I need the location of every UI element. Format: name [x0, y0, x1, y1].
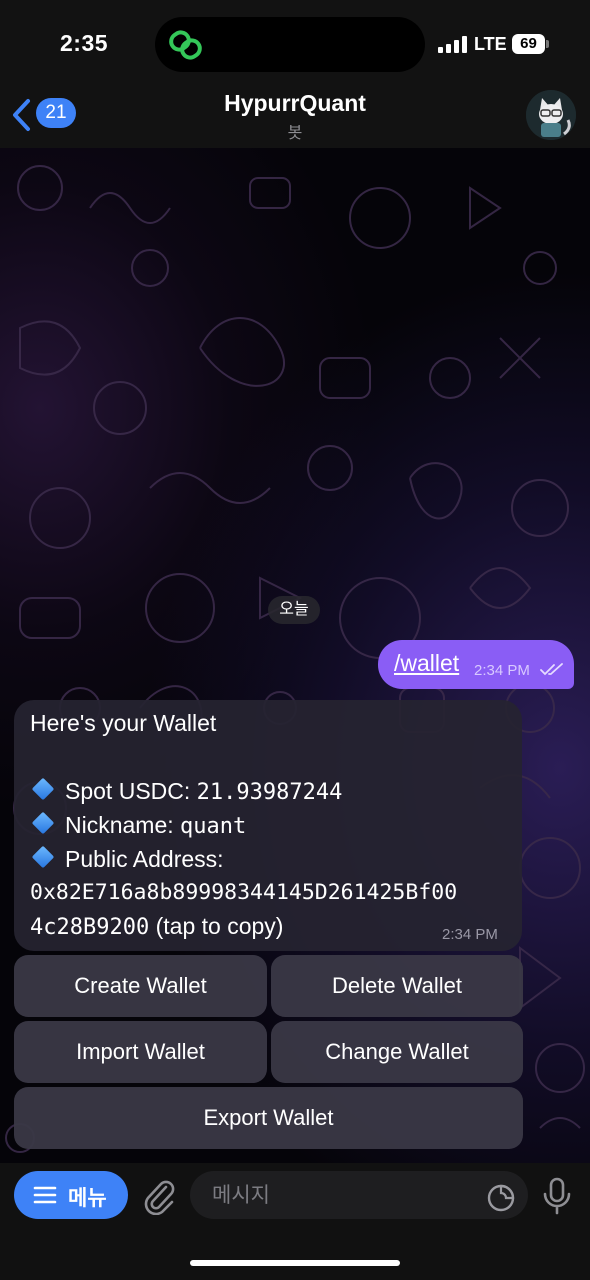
outgoing-time: 2:34 PM	[474, 662, 530, 679]
home-indicator[interactable]	[190, 1260, 400, 1266]
date-separator: 오늘	[268, 596, 320, 624]
export-wallet-button[interactable]: Export Wallet	[14, 1087, 523, 1149]
spot-usdc-row: Spot USDC: 21.93987244	[30, 777, 343, 805]
cat-avatar-icon	[526, 90, 576, 140]
attach-paperclip-icon[interactable]	[142, 1177, 176, 1215]
blue-diamond-icon	[31, 811, 55, 835]
delete-wallet-button[interactable]: Delete Wallet	[271, 955, 523, 1017]
spot-usdc-value: 21.93987244	[196, 780, 343, 805]
message-input-bar: 메뉴	[0, 1163, 590, 1280]
outgoing-command-link[interactable]: /wallet	[394, 650, 459, 677]
hamburger-menu-icon	[33, 1186, 57, 1204]
battery-level: 69	[512, 34, 545, 54]
incoming-message: Here's your Wallet Spot USDC: 21.9398724…	[14, 700, 522, 951]
battery-tip	[546, 40, 549, 48]
nickname-value: quant	[180, 814, 247, 839]
public-address-line1[interactable]: 0x82E716a8b89998344145D261425Bf00	[30, 880, 457, 905]
bot-avatar[interactable]	[526, 90, 576, 140]
dynamic-island	[155, 17, 425, 72]
tap-to-copy-hint: (tap to copy)	[155, 913, 284, 939]
outgoing-message[interactable]: /wallet 2:34 PM	[378, 640, 574, 689]
import-wallet-button[interactable]: Import Wallet	[14, 1021, 267, 1083]
chat-header: 21 HypurrQuant 봇	[0, 88, 590, 148]
address-label: Public Address:	[65, 846, 224, 872]
bot-menu-button[interactable]: 메뉴	[14, 1171, 128, 1219]
create-wallet-button[interactable]: Create Wallet	[14, 955, 267, 1017]
double-check-icon	[540, 663, 563, 676]
link-activity-icon	[169, 30, 202, 60]
nickname-label: Nickname:	[65, 812, 174, 838]
message-field[interactable]	[190, 1171, 528, 1221]
public-address-line2[interactable]: 4c28B9200	[30, 915, 149, 940]
menu-label: 메뉴	[68, 1187, 107, 1210]
chat-subtitle: 봇	[287, 125, 303, 142]
blue-diamond-icon	[31, 777, 55, 801]
sticker-icon[interactable]	[486, 1183, 516, 1213]
nickname-row: Nickname: quant	[30, 811, 247, 839]
blue-diamond-icon	[31, 845, 55, 869]
incoming-time: 2:34 PM	[442, 926, 498, 943]
network-type: LTE	[474, 34, 507, 54]
public-address-line2-row: 4c28B9200 (tap to copy)	[30, 913, 283, 940]
microphone-icon[interactable]	[542, 1177, 572, 1215]
spot-usdc-label: Spot USDC:	[65, 778, 191, 804]
status-bar: 2:35 LTE 69	[0, 0, 590, 88]
change-wallet-button[interactable]: Change Wallet	[271, 1021, 523, 1083]
status-time: 2:35	[60, 30, 109, 56]
cellular-signal-icon	[438, 36, 468, 53]
address-row: Public Address:	[30, 845, 224, 873]
chat-title[interactable]: HypurrQuant	[0, 90, 590, 117]
message-input[interactable]	[210, 1171, 474, 1221]
message-title: Here's your Wallet	[30, 710, 217, 736]
